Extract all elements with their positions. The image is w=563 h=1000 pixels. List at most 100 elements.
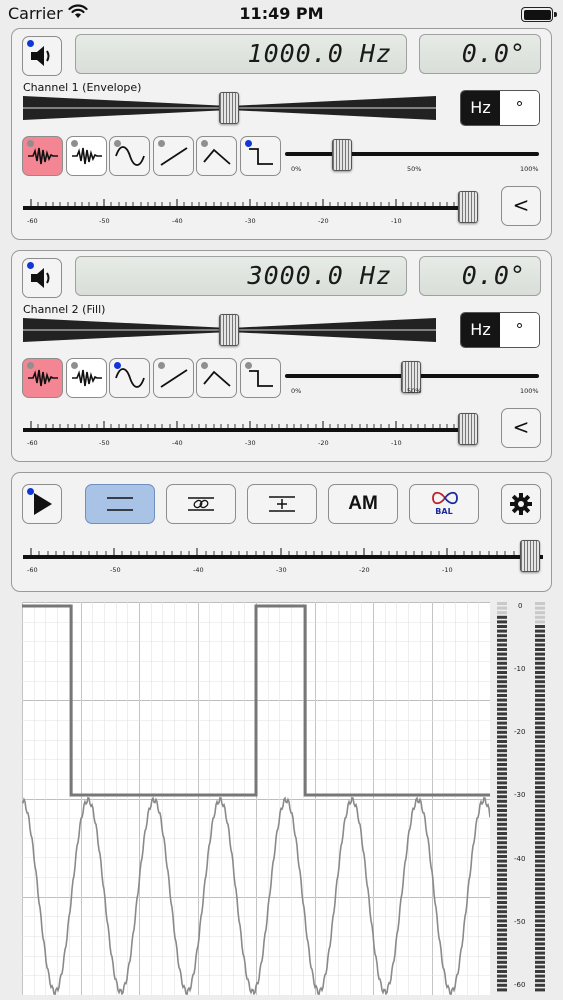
meter-right-segment [535, 845, 545, 849]
ch2-volume-slider-thumb[interactable] [458, 413, 478, 445]
meter-right-segment [535, 643, 545, 647]
mode-balance-button[interactable]: BAL [409, 484, 479, 524]
ch1-unit-deg[interactable]: ° [500, 91, 539, 125]
square-wave-icon [248, 370, 273, 387]
meter-right-segment [535, 983, 545, 987]
ch2-wave-white-noise[interactable] [66, 358, 107, 398]
meter-right-segment [535, 979, 545, 983]
meter-right-segment [535, 776, 545, 780]
meter-left-segment [497, 970, 507, 973]
ch2-db-label: -30 [245, 439, 256, 447]
meter-right-segment [535, 648, 545, 651]
ch1-unit-toggle[interactable]: Hz ° [460, 90, 540, 126]
meter-left-segment [497, 896, 507, 900]
meter-right-segment [535, 928, 545, 932]
ch1-db-label: -20 [318, 217, 329, 225]
sine-wave-icon [114, 368, 145, 388]
meter-right-segment [535, 698, 545, 702]
meter-right-segment [535, 781, 545, 785]
ch1-unit-hz[interactable]: Hz [461, 91, 500, 125]
ch2-wave-square[interactable] [240, 358, 281, 398]
ch2-unit-deg[interactable]: ° [500, 313, 539, 347]
triangle-wave-icon [202, 148, 231, 165]
speaker-icon [31, 46, 50, 66]
meter-right-segment [535, 960, 545, 964]
bal-label: BAL [435, 507, 453, 516]
mode-separate-button[interactable] [85, 484, 155, 524]
clock: 11:49 PM [239, 4, 324, 23]
meter-left-segment [497, 749, 507, 753]
ch2-wave-pink-noise[interactable] [22, 358, 63, 398]
meter-label: 0 [518, 602, 523, 610]
master-volume-slider-thumb[interactable] [520, 540, 540, 572]
ch2-wave-sawtooth[interactable] [153, 358, 194, 398]
meter-label: -20 [514, 728, 526, 736]
meter-right-segment [535, 629, 545, 633]
meter-right-segment [535, 652, 545, 656]
ch2-wave-triangle[interactable] [196, 358, 237, 398]
ch1-frequency-display[interactable]: 1000.0 Hz [75, 34, 407, 74]
meter-right-segment [535, 956, 545, 960]
sawtooth-wave-icon [160, 369, 187, 388]
ch1-speaker-button[interactable] [22, 36, 62, 76]
meter-left-segment [497, 868, 507, 872]
meter-left-segment [497, 652, 507, 656]
meter-left-segment [497, 606, 507, 610]
meter-right-segment [535, 675, 545, 679]
meter-left-segment [497, 767, 507, 771]
oscilloscope [21, 602, 491, 996]
meter-left-segment [497, 666, 507, 670]
play-button[interactable] [22, 484, 62, 524]
meter-left-segment [497, 818, 507, 822]
ch1-pitch-slider-thumb[interactable] [219, 92, 239, 124]
ch2-wave-sine[interactable] [109, 358, 150, 398]
master-db-label: -60 [27, 566, 38, 574]
meter-right-segment [535, 634, 545, 638]
ch2-frequency-display[interactable]: 3000.0 Hz [75, 256, 407, 296]
mode-add-button[interactable] [247, 484, 317, 524]
ch1-db-label: -30 [245, 217, 256, 225]
mode-am-button[interactable]: AM [328, 484, 398, 524]
mode-link-button[interactable] [166, 484, 236, 524]
ch2-pitch-slider-thumb[interactable] [219, 314, 239, 346]
meter-right-segment [535, 772, 545, 776]
meter-left-segment [497, 611, 507, 615]
meter-right-segment [535, 965, 545, 969]
ch1-wave-white-noise[interactable] [66, 136, 107, 176]
ch2-duty-label-0: 0% [291, 387, 302, 395]
channel2-panel: 3000.0 Hz 0.0° Channel 2 (Fill) Hz ° 0% … [11, 250, 552, 462]
meter-right-segment [535, 615, 545, 619]
ch1-wave-triangle[interactable] [196, 136, 237, 176]
ch1-phase-display[interactable]: 0.0° [419, 34, 541, 74]
master-db-label: -20 [359, 566, 370, 574]
meter-left-segment [497, 602, 507, 605]
meter-right-segment [535, 855, 545, 858]
meter-left-segment [497, 882, 507, 886]
ch1-wave-pink-noise[interactable] [22, 136, 63, 176]
meter-left-segment [497, 786, 507, 789]
meter-left-segment [497, 758, 507, 762]
ch2-back-button[interactable]: < [501, 408, 541, 448]
meter-left-segment [497, 983, 507, 987]
meter-left-segment [497, 873, 507, 877]
meter-left-segment [497, 721, 507, 725]
balance-icon [432, 491, 458, 505]
ch2-phase-display[interactable]: 0.0° [419, 256, 541, 296]
ch2-unit-hz[interactable]: Hz [461, 313, 500, 347]
meter-left-segment [497, 643, 507, 647]
ch1-wave-sawtooth[interactable] [153, 136, 194, 176]
ch2-unit-toggle[interactable]: Hz ° [460, 312, 540, 348]
meter-right-segment [535, 638, 545, 642]
meter-right-segment [535, 666, 545, 670]
ch1-back-button[interactable]: < [501, 186, 541, 226]
meter-left-segment [497, 661, 507, 665]
ch1-wave-square[interactable] [240, 136, 281, 176]
ch1-wave-sine[interactable] [109, 136, 150, 176]
status-bar: Carrier 11:49 PM [0, 0, 563, 28]
settings-button[interactable] [501, 484, 541, 524]
link-icon [188, 497, 214, 511]
master-db-label: -50 [110, 566, 121, 574]
ch2-speaker-button[interactable] [22, 258, 62, 298]
ch1-duty-slider-thumb[interactable] [332, 139, 352, 171]
ch1-volume-slider-thumb[interactable] [458, 191, 478, 223]
